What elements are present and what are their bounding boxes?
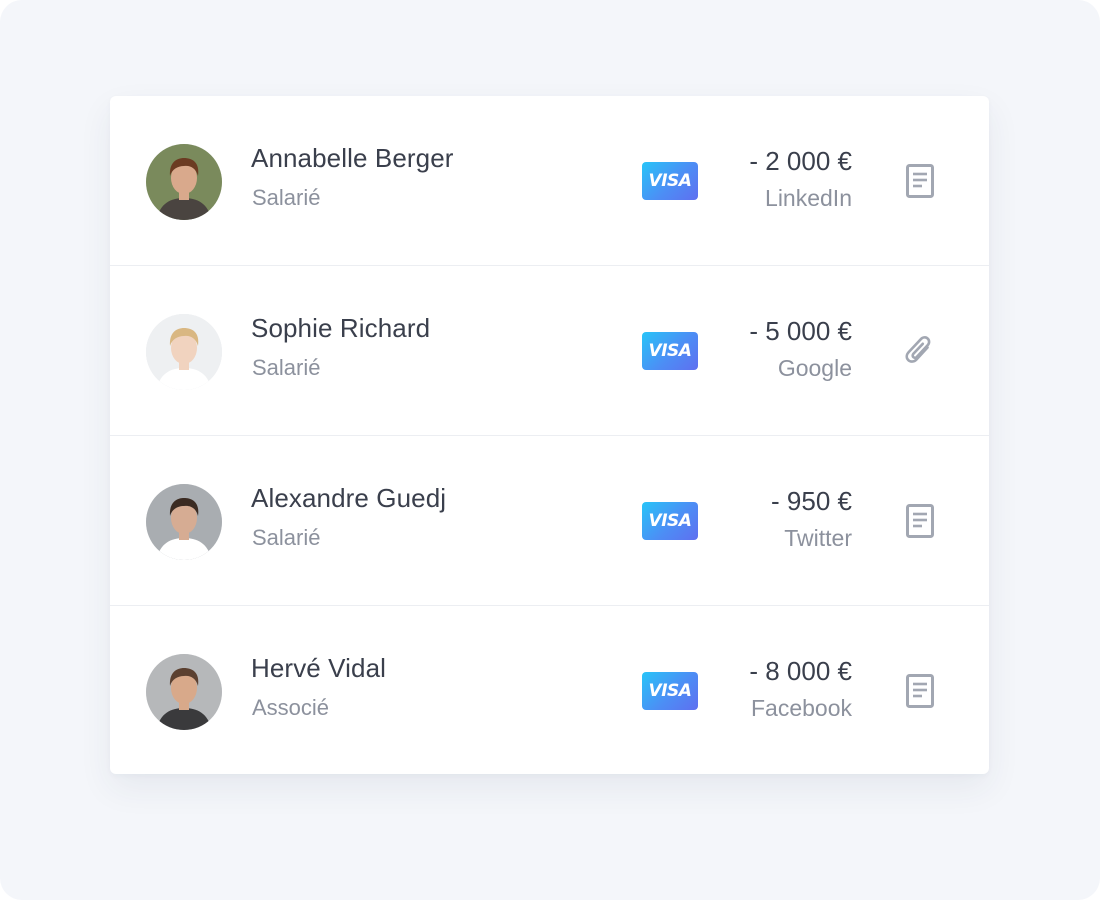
transaction-amount: - 5 000 €	[749, 316, 852, 346]
avatar	[146, 144, 222, 220]
transaction-row[interactable]: Hervé Vidal Associé VISA - 8 000 € Faceb…	[110, 606, 989, 775]
transaction-amount: - 8 000 €	[749, 656, 852, 686]
transaction-amount: - 950 €	[771, 486, 852, 516]
person-role: Salarié	[252, 185, 321, 210]
transaction-amount: - 2 000 €	[749, 146, 852, 176]
person-role: Associé	[252, 695, 330, 720]
transaction-row[interactable]: Sophie Richard Salarié VISA - 5 000 € Go…	[110, 266, 989, 436]
avatar	[146, 654, 222, 730]
person-name: Hervé Vidal	[251, 653, 387, 683]
document-icon[interactable]	[903, 162, 937, 200]
visa-card-icon: VISA	[642, 332, 698, 370]
visa-card-icon: VISA	[642, 162, 698, 200]
person-name: Annabelle Berger	[251, 143, 454, 173]
transaction-row[interactable]: Alexandre Guedj Salarié VISA - 950 € Twi…	[110, 436, 989, 606]
transaction-source: Twitter	[784, 525, 852, 551]
transaction-source: Google	[777, 355, 852, 381]
person-role: Salarié	[252, 525, 321, 550]
avatar	[146, 484, 222, 560]
person-name: Alexandre Guedj	[251, 483, 447, 513]
document-icon[interactable]	[903, 672, 937, 710]
visa-card-icon: VISA	[642, 672, 698, 710]
person-role: Salarié	[252, 355, 321, 380]
transaction-source: Facebook	[750, 695, 852, 721]
document-icon[interactable]	[903, 502, 937, 540]
visa-card-icon: VISA	[642, 502, 698, 540]
paperclip-icon[interactable]	[903, 332, 937, 370]
page-background: Annabelle Berger Salarié VISA - 2 000 € …	[0, 0, 1100, 900]
transaction-source: LinkedIn	[765, 185, 852, 211]
avatar	[146, 314, 222, 390]
transaction-row[interactable]: Annabelle Berger Salarié VISA - 2 000 € …	[110, 96, 989, 266]
transaction-list-card: Annabelle Berger Salarié VISA - 2 000 € …	[110, 96, 989, 774]
person-name: Sophie Richard	[251, 313, 431, 343]
